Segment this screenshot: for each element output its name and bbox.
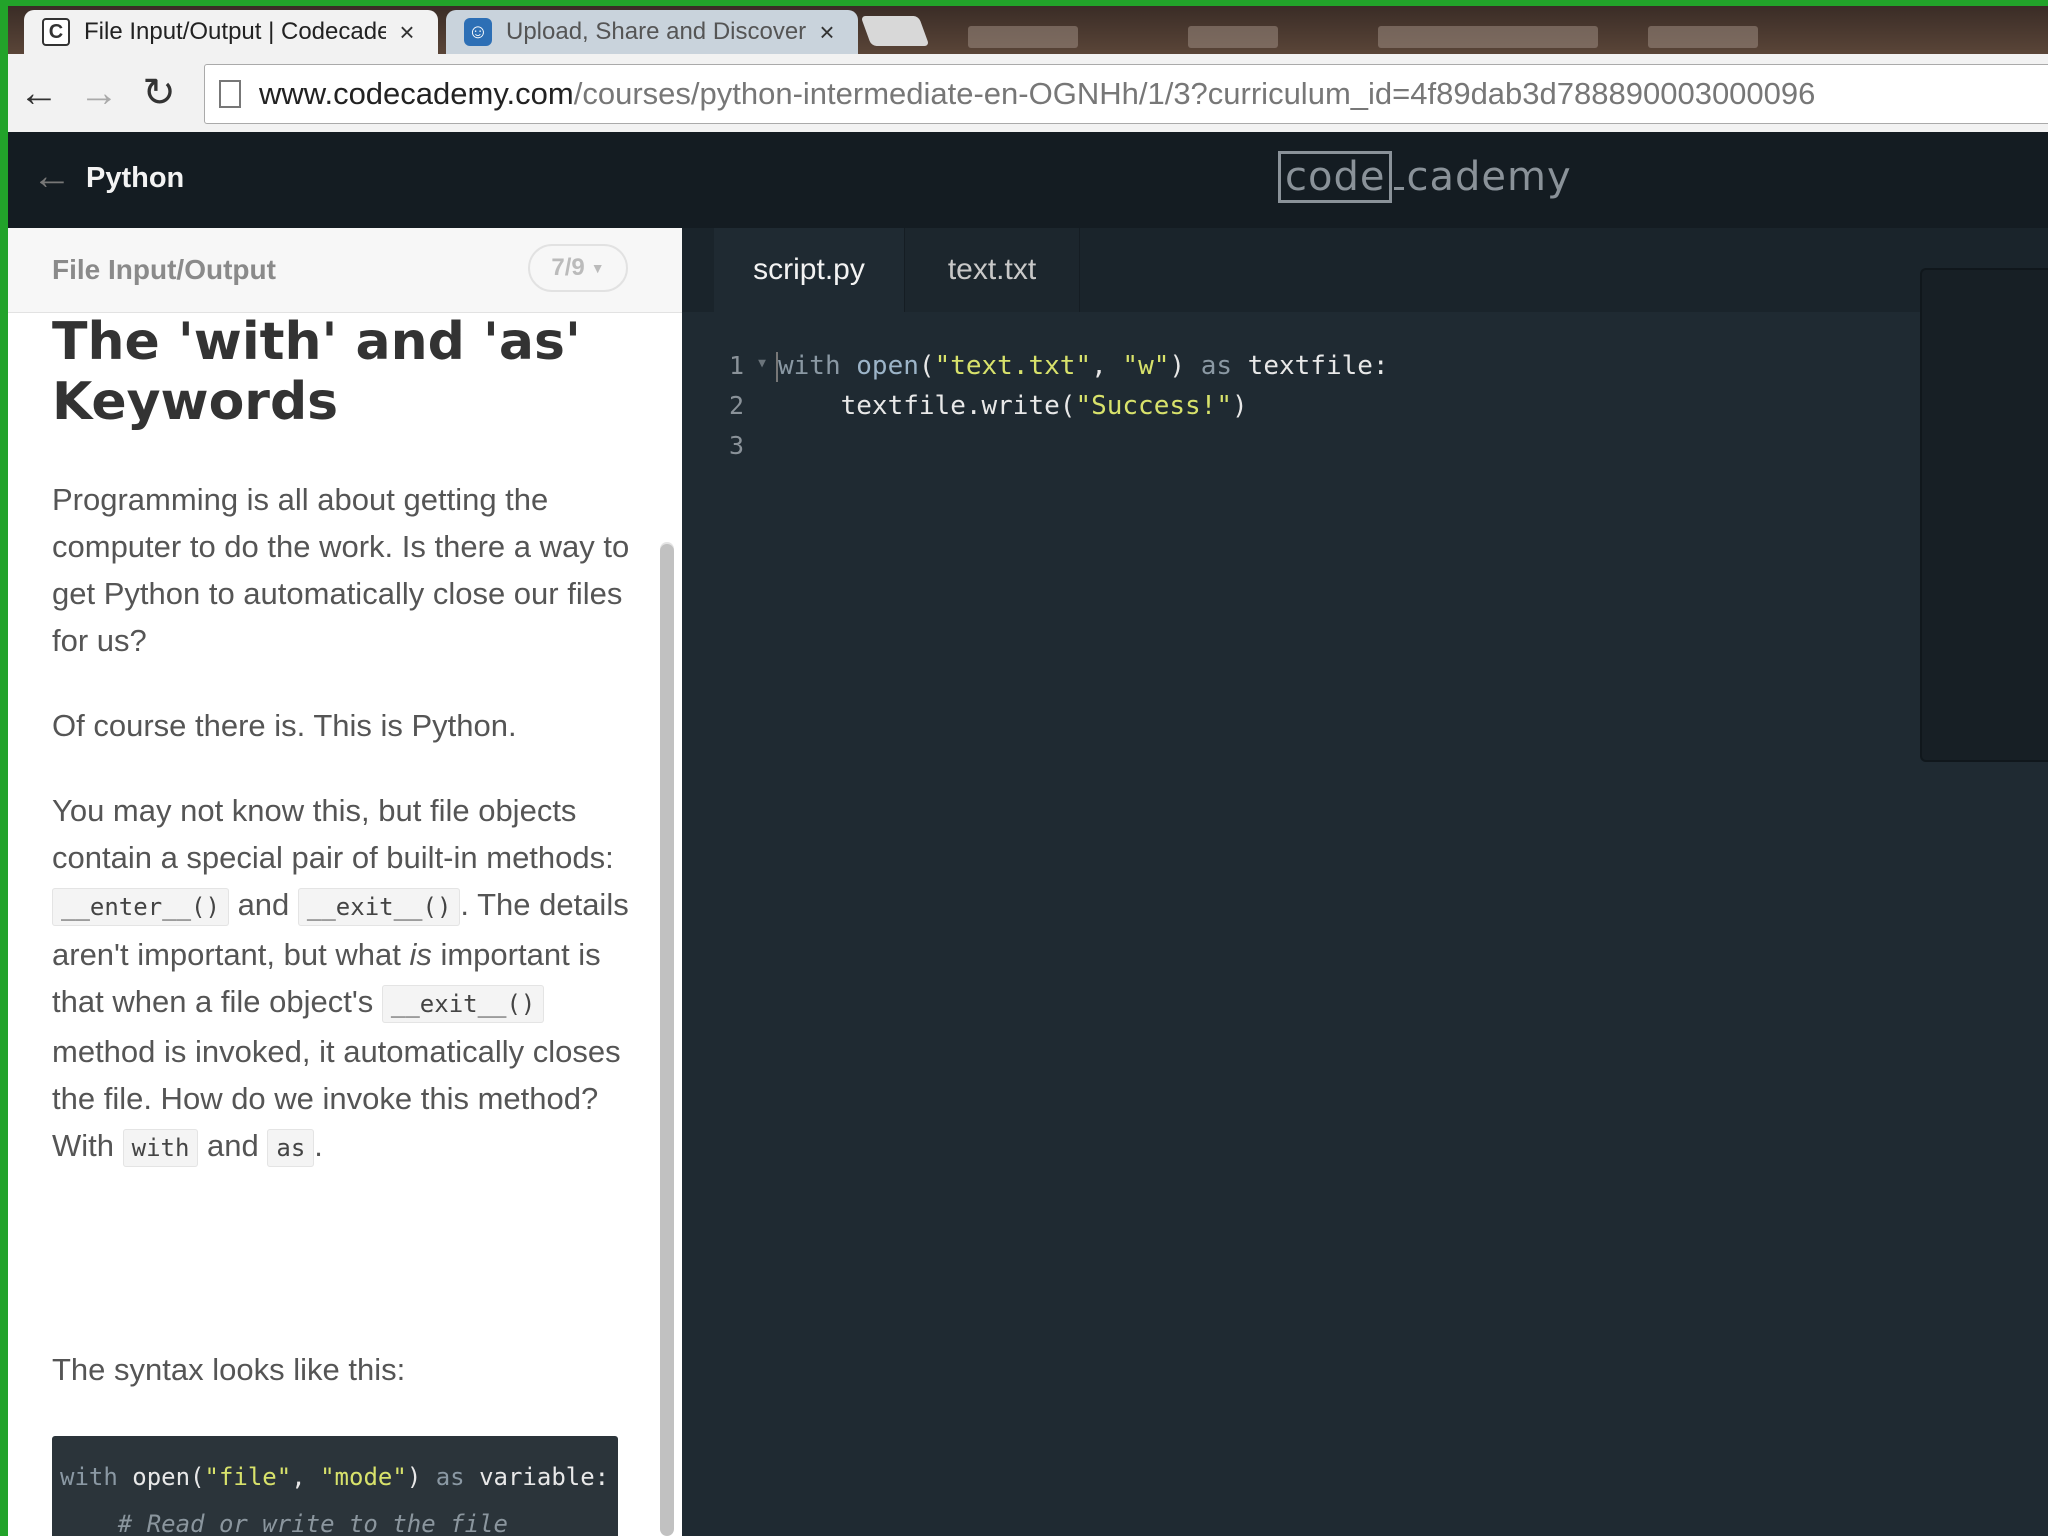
code-identifier: variable:	[479, 1463, 610, 1491]
inline-code: as	[267, 1129, 315, 1167]
url-host: www.codecademy.com	[259, 76, 574, 111]
lesson-content: The 'with' and 'as' Keywords Programming…	[8, 312, 682, 1536]
address-bar[interactable]: www.codecademy.com/courses/python-interm…	[204, 64, 2048, 124]
code-keyword: with	[778, 351, 841, 381]
line-number-text: 1	[728, 351, 744, 380]
code-punct: )	[406, 1463, 422, 1491]
url-text[interactable]: www.codecademy.com/courses/python-interm…	[259, 76, 1815, 112]
lesson-paragraph: Of course there is. This is Python.	[52, 708, 517, 743]
url-path: /courses/python-intermediate-en-OGNHh/1/…	[573, 76, 1816, 111]
upload-share-favicon-icon: ☺	[464, 18, 492, 46]
logo-code: code	[1278, 151, 1393, 203]
tab-text-txt[interactable]: text.txt	[904, 228, 1080, 312]
code-punct: ,	[291, 1463, 321, 1491]
code-punct: (	[918, 351, 935, 381]
tab-codecademy[interactable]: C File Input/Output | Codecademy ×	[24, 10, 438, 54]
code-string: "w"	[1122, 351, 1170, 381]
editor-tabs: script.py text.txt	[682, 228, 2048, 312]
chevron-down-icon: ▼	[590, 260, 605, 276]
lesson-paragraph: Programming is all about getting the com…	[52, 482, 630, 658]
logo-underscore	[1394, 187, 1405, 190]
blurred-background	[1188, 26, 1278, 48]
codecademy-favicon-icon: C	[42, 18, 70, 46]
lesson-title: The 'with' and 'as' Keywords	[52, 312, 581, 432]
blurred-background	[1648, 26, 1758, 48]
lesson-paragraph: You may not know this, but file objects …	[52, 787, 642, 1172]
tab-script-py[interactable]: script.py	[714, 228, 904, 312]
codecademy-header: ← Python code cademy	[8, 132, 2048, 228]
forward-arrow-icon[interactable]: →	[76, 70, 122, 116]
line-number: 3	[728, 431, 744, 460]
close-tab-icon[interactable]: ×	[814, 17, 840, 48]
code-keyword: with	[60, 1463, 118, 1491]
back-arrow-icon[interactable]: ←	[32, 154, 72, 199]
text: and	[198, 1128, 268, 1163]
code-identifier: textfile:	[1247, 351, 1389, 381]
fold-arrow-icon[interactable]: ▼	[758, 344, 766, 384]
browser-toolbar: ← → ↻ www.codecademy.com/courses/python-…	[8, 54, 2048, 133]
code-comment: # Read or write to the file	[117, 1510, 508, 1536]
line-number: 2	[728, 391, 744, 420]
code-string: "file"	[204, 1463, 292, 1491]
progress-dropdown[interactable]: 7/9 ▼	[528, 244, 628, 292]
code-editor: script.py text.txt 1 ▼ 2 3 with open("tex…	[682, 228, 2048, 1536]
lesson-panel: File Input/Output 7/9 ▼ The 'with' and 'a…	[8, 228, 682, 1536]
text: and	[228, 887, 298, 922]
code-punct: )	[1231, 391, 1248, 421]
code-func: open	[856, 351, 919, 381]
section-title: File Input/Output	[52, 254, 276, 285]
tab-strip: C File Input/Output | Codecademy × ☺ Upl…	[8, 6, 2048, 54]
code-keyword: as	[435, 1463, 465, 1491]
text: .	[314, 1128, 323, 1163]
new-tab-button[interactable]	[860, 16, 930, 46]
code-string: "text.txt"	[934, 351, 1092, 381]
vertical-scrollbar[interactable]	[660, 544, 674, 1536]
side-pane	[1920, 268, 2048, 762]
reload-icon[interactable]: ↻	[136, 70, 182, 116]
course-title[interactable]: Python	[86, 162, 184, 195]
back-arrow-icon[interactable]: ←	[16, 70, 62, 116]
codecademy-logo[interactable]: code cademy	[1278, 151, 1572, 203]
code-string: "Success!"	[1075, 391, 1232, 421]
code-call: textfile.write(	[840, 391, 1076, 421]
emphasis: is	[409, 937, 432, 972]
lesson-paragraph: The syntax looks like this:	[52, 1352, 406, 1387]
tab-title: Upload, Share and Discover	[506, 18, 806, 45]
line-number: 1 ▼	[706, 346, 766, 386]
inline-code: __enter__()	[52, 888, 229, 926]
progress-label: 7/9	[551, 254, 585, 281]
close-tab-icon[interactable]: ×	[394, 17, 420, 48]
blurred-background	[968, 26, 1078, 48]
blurred-background	[1378, 26, 1598, 48]
code-punct: (	[190, 1463, 205, 1491]
code-func: open	[132, 1463, 191, 1491]
code-area[interactable]: with open("text.txt", "w") as textfile: …	[778, 346, 1389, 426]
inline-code: with	[122, 1129, 199, 1167]
tab-upload-share[interactable]: ☺ Upload, Share and Discover ×	[446, 10, 858, 54]
line-gutter: 1 ▼ 2 3	[706, 346, 766, 466]
logo-cademy: cademy	[1406, 154, 1572, 200]
code-punct: ,	[1091, 351, 1123, 381]
text: You may not know this, but file objects …	[52, 793, 614, 875]
page-icon	[219, 80, 241, 108]
tab-title: File Input/Output | Codecademy	[84, 18, 386, 45]
code-string: "mode"	[320, 1463, 407, 1491]
code-punct: )	[1169, 351, 1186, 381]
inline-code: __exit__()	[381, 985, 545, 1023]
inline-code: __exit__()	[297, 888, 461, 926]
browser-window: C File Input/Output | Codecademy × ☺ Upl…	[8, 6, 2048, 1536]
lesson-header: File Input/Output 7/9 ▼	[8, 228, 682, 313]
example-code-block: with open("file", "mode") as variable: #…	[52, 1436, 618, 1536]
code-keyword: as	[1200, 351, 1233, 381]
